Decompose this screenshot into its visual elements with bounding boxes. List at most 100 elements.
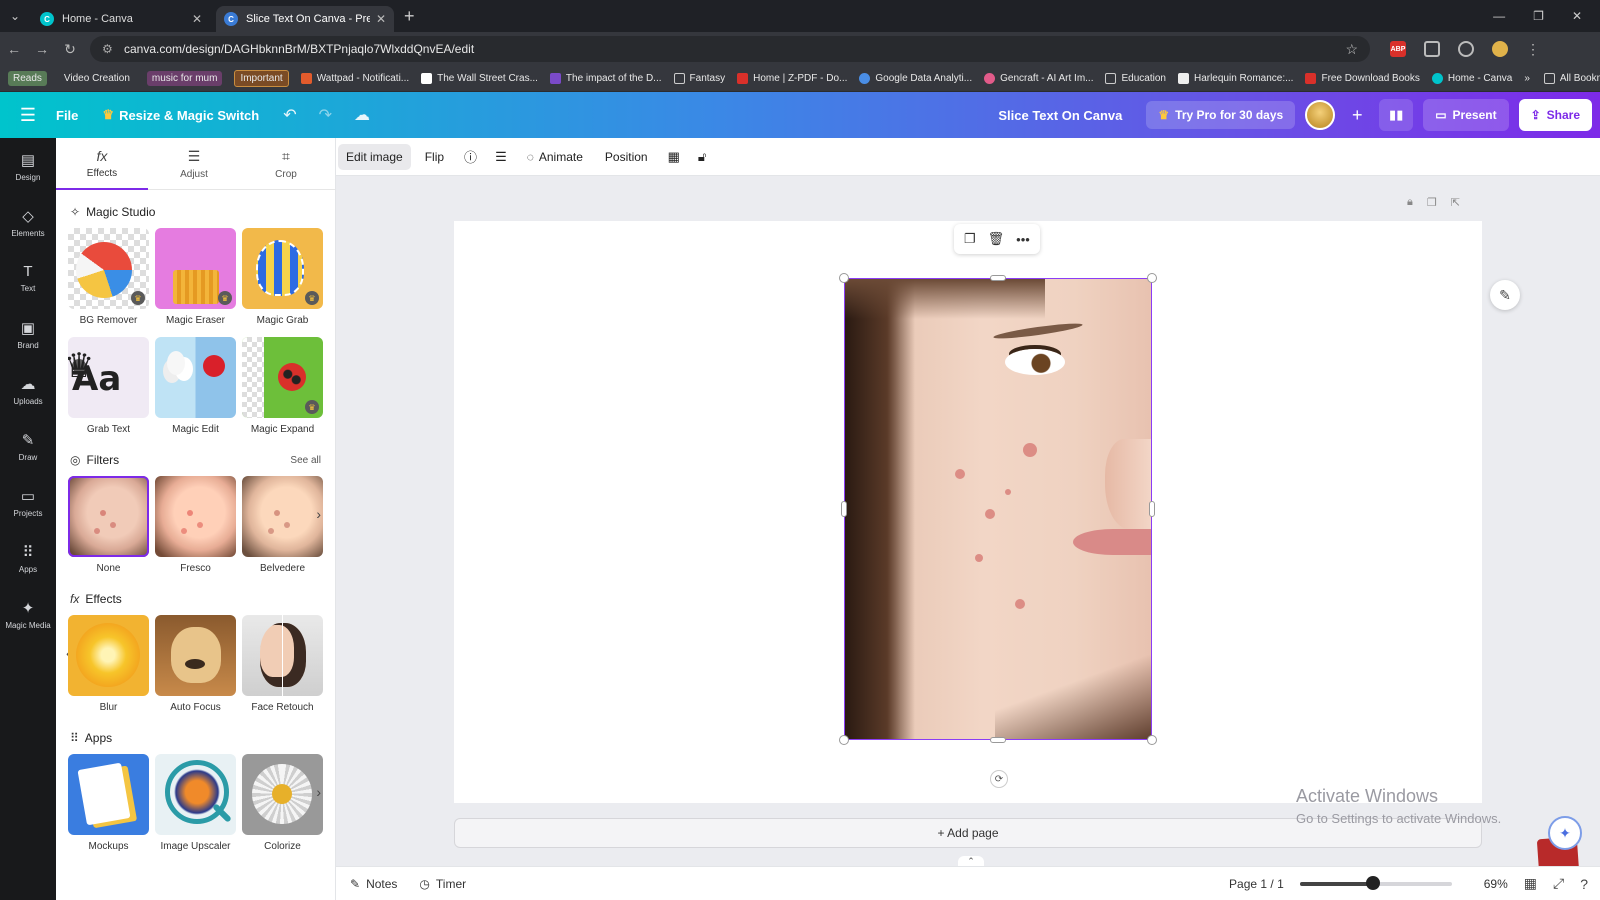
more-options-icon[interactable]: ••• — [1016, 232, 1030, 247]
bookmark-video-creation[interactable]: Video Creation — [59, 71, 135, 86]
bookmark-music-for-mum[interactable]: music for mum — [146, 71, 223, 86]
page-indicator[interactable]: Page 1 / 1 — [1229, 877, 1284, 891]
rail-item-brand[interactable]: ▣ Brand — [0, 306, 56, 362]
rail-item-design[interactable]: ▤ Design — [0, 138, 56, 194]
history-icon[interactable] — [1458, 41, 1474, 57]
tab-adjust[interactable]: ☰ Adjust — [148, 138, 240, 189]
close-window-icon[interactable]: ✕ — [1572, 9, 1582, 23]
reload-icon[interactable]: ↻ — [56, 41, 84, 58]
effect-auto-focus[interactable]: Auto Focus — [155, 615, 236, 716]
selected-face-image[interactable] — [844, 278, 1152, 740]
profile-avatar-icon[interactable] — [1492, 41, 1508, 57]
tab-crop[interactable]: ⌗ Crop — [240, 138, 332, 189]
effect-blur[interactable]: Blur — [68, 615, 149, 716]
close-tab-icon[interactable]: ✕ — [376, 12, 386, 26]
undo-icon[interactable]: ↶ — [283, 105, 296, 125]
insights-chart-icon[interactable]: ▮▮ — [1379, 99, 1414, 131]
lock-page-icon[interactable]: 🔒︎ — [1407, 196, 1413, 209]
bookmark-item[interactable]: Home - Canva — [1431, 73, 1512, 84]
rail-item-apps[interactable]: ⠿ Apps — [0, 530, 56, 586]
bookmark-folder[interactable]: Fantasy — [673, 73, 725, 84]
resize-handle-bottom[interactable] — [990, 737, 1006, 743]
browser-tab-design[interactable]: C Slice Text On Canva - Presentation ✕ — [216, 6, 394, 32]
filter-belvedere[interactable]: Belvedere — [242, 476, 323, 577]
bookmark-item[interactable]: Harlequin Romance:... — [1177, 73, 1293, 84]
animate-button[interactable]: ◌ Animate — [519, 144, 591, 170]
document-title[interactable]: Slice Text On Canva — [998, 108, 1122, 123]
extensions-puzzle-icon[interactable] — [1424, 41, 1440, 57]
site-settings-icon[interactable]: ⚙ — [102, 42, 116, 56]
resize-handle-bottom-right[interactable] — [1147, 735, 1157, 745]
app-mockups[interactable]: Mockups — [68, 754, 149, 855]
bookmark-item[interactable]: Gencraft - AI Art Im... — [984, 73, 1093, 84]
resize-handle-top-right[interactable] — [1147, 273, 1157, 283]
tab-effects[interactable]: fx Effects — [56, 138, 148, 190]
add-collaborator-icon[interactable]: + — [1345, 105, 1369, 126]
duplicate-page-icon[interactable]: ❐ — [1427, 196, 1437, 209]
new-tab-icon[interactable]: + — [404, 6, 415, 27]
try-pro-button[interactable]: ♛ Try Pro for 30 days — [1146, 101, 1296, 129]
timer-button[interactable]: ◷ Timer — [419, 877, 466, 891]
chevron-right-icon[interactable]: › — [316, 784, 321, 800]
resize-handle-top[interactable] — [990, 275, 1006, 281]
see-all-filters-link[interactable]: See all — [290, 455, 321, 466]
file-menu-button[interactable]: File — [56, 108, 78, 123]
bookmark-reads[interactable]: Reads — [8, 71, 47, 86]
minimize-icon[interactable]: — — [1493, 9, 1505, 23]
tool-grab-text[interactable]: Aa ♛ Grab Text — [68, 337, 149, 438]
chevron-right-icon[interactable]: › — [316, 506, 321, 522]
redo-icon[interactable]: ↷ — [319, 105, 332, 125]
tool-magic-grab[interactable]: ♛ Magic Grab — [242, 228, 323, 329]
app-colorize[interactable]: Colorize — [242, 754, 323, 855]
help-icon[interactable]: ? — [1580, 876, 1588, 892]
browser-tab-home[interactable]: C Home - Canva ✕ — [32, 6, 210, 32]
grid-view-icon[interactable]: ▦ — [1524, 875, 1537, 892]
forward-icon[interactable]: → — [28, 41, 56, 57]
resize-handle-top-left[interactable] — [839, 273, 849, 283]
close-tab-icon[interactable]: ✕ — [192, 12, 202, 26]
transparency-icon[interactable]: ▦ — [662, 149, 686, 165]
present-button[interactable]: ▭ Present — [1423, 99, 1509, 131]
notes-button[interactable]: ✎ Notes — [350, 877, 397, 891]
share-button[interactable]: ⇪ Share — [1518, 99, 1592, 131]
lock-icon[interactable]: 🔓︎ — [692, 149, 712, 165]
bookmark-item[interactable]: The impact of the D... — [549, 73, 662, 84]
browser-menu-icon[interactable]: ⋮ — [1526, 41, 1540, 57]
border-style-icon[interactable]: ☰ — [489, 149, 513, 165]
tool-magic-eraser[interactable]: ♛ Magic Eraser — [155, 228, 236, 329]
restore-icon[interactable]: ❐ — [1533, 9, 1544, 23]
zoom-value[interactable]: 69% — [1468, 877, 1508, 891]
bookmark-important[interactable]: Important — [234, 70, 289, 87]
resize-handle-bottom-left[interactable] — [839, 735, 849, 745]
info-icon[interactable]: ⓘ — [458, 147, 483, 166]
tool-magic-edit[interactable]: Magic Edit — [155, 337, 236, 438]
bookmark-folder[interactable]: Education — [1105, 73, 1166, 84]
add-page-icon[interactable]: ⇱ — [1451, 196, 1460, 209]
effect-face-retouch[interactable]: Face Retouch — [242, 615, 323, 716]
resize-magic-switch-button[interactable]: ♛ Resize & Magic Switch — [102, 107, 259, 123]
adblock-extension-icon[interactable]: ABP — [1390, 41, 1406, 57]
bookmark-item[interactable]: Wattpad - Notificati... — [300, 73, 409, 84]
tool-magic-expand[interactable]: ♛ Magic Expand — [242, 337, 323, 438]
filter-none[interactable]: None — [68, 476, 149, 577]
cloud-saved-icon[interactable]: ☁ — [354, 105, 370, 125]
zoom-slider[interactable] — [1299, 875, 1452, 890]
all-bookmarks[interactable]: All Bookmarks — [1543, 73, 1600, 84]
tab-search-button[interactable]: ⌄ — [4, 5, 26, 27]
bookmark-item[interactable]: The Wall Street Cras... — [421, 73, 538, 84]
filter-fresco[interactable]: Fresco — [155, 476, 236, 577]
rotate-icon[interactable]: ⟳ — [990, 770, 1008, 788]
main-menu-icon[interactable]: ☰ — [0, 105, 56, 126]
app-image-upscaler[interactable]: Image Upscaler — [155, 754, 236, 855]
bookmark-star-icon[interactable]: ☆ — [1345, 41, 1358, 58]
rail-item-uploads[interactable]: ☁ Uploads — [0, 362, 56, 418]
rail-item-elements[interactable]: ◇ Elements — [0, 194, 56, 250]
more-bookmarks-icon[interactable]: » — [1524, 73, 1530, 84]
flip-button[interactable]: Flip — [417, 144, 452, 170]
bookmark-item[interactable]: Google Data Analyti... — [859, 73, 972, 84]
back-icon[interactable]: ← — [0, 41, 28, 57]
rail-item-projects[interactable]: ▭ Projects — [0, 474, 56, 530]
edit-image-button[interactable]: Edit image — [338, 143, 411, 170]
resize-handle-left[interactable] — [841, 501, 847, 517]
rail-item-magic-media[interactable]: ✦ Magic Media — [0, 586, 56, 642]
